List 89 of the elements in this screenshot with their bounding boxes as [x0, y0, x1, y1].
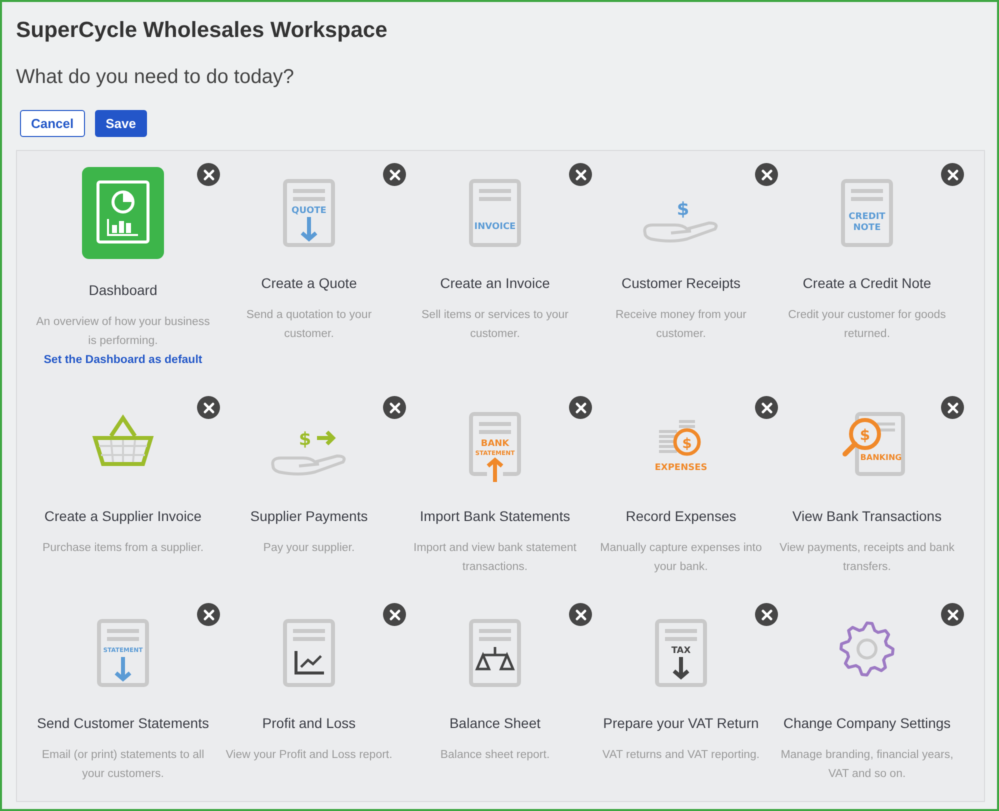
icon-label: TAX	[671, 646, 691, 656]
save-button[interactable]: Save	[94, 110, 148, 137]
close-icon	[946, 168, 958, 180]
scales-document-icon	[469, 619, 521, 687]
close-icon	[574, 608, 586, 620]
task-description: Balance sheet report.	[440, 748, 550, 763]
close-icon	[946, 608, 958, 620]
close-icon	[760, 608, 772, 620]
task-description: Sell items or services to your customer.	[420, 308, 570, 342]
task-description: Pay your supplier.	[263, 541, 355, 556]
task-title[interactable]: Create a Quote	[261, 272, 357, 294]
hand-icon	[643, 222, 718, 242]
remove-button[interactable]	[569, 396, 592, 419]
close-icon	[760, 402, 772, 414]
task-title[interactable]: Change Company Settings	[783, 712, 951, 734]
icon-label: INVOICE	[474, 222, 516, 232]
remove-button[interactable]	[197, 396, 220, 419]
document-icon	[841, 179, 893, 247]
task-description: VAT returns and VAT reporting.	[602, 748, 760, 763]
close-icon	[388, 168, 400, 180]
icon-label: QUOTE	[292, 206, 326, 216]
task-description: Manage branding, financial years, VAT and so on.	[780, 748, 954, 782]
remove-button[interactable]	[941, 163, 964, 186]
task-description: Credit your customer for goods returned.	[787, 308, 947, 342]
hand-arrow-icon	[271, 430, 346, 476]
remove-button[interactable]	[383, 396, 406, 419]
close-icon	[388, 608, 400, 620]
icon-label: BANK	[480, 439, 510, 449]
document-icon	[469, 179, 521, 247]
icon-label: $	[860, 426, 870, 444]
remove-button[interactable]	[569, 163, 592, 186]
close-icon	[946, 402, 958, 414]
cancel-button[interactable]: Cancel	[20, 110, 85, 137]
icon-label: $	[676, 199, 690, 220]
icon-label: EXPENSES	[654, 463, 708, 473]
icon-label: $	[298, 429, 312, 450]
dashboard-icon	[82, 167, 164, 259]
task-description: Email (or print) statements to all your customers.	[40, 748, 206, 782]
task-title[interactable]: Dashboard	[88, 279, 158, 301]
remove-button[interactable]	[755, 163, 778, 186]
remove-button[interactable]	[383, 163, 406, 186]
task-description: Send a quotation to your customer.	[245, 308, 373, 342]
close-icon	[202, 608, 214, 620]
task-title[interactable]: View Bank Transactions	[792, 505, 942, 527]
close-icon	[388, 402, 400, 414]
remove-button[interactable]	[755, 603, 778, 626]
task-title[interactable]: Profit and Loss	[262, 712, 356, 734]
remove-button[interactable]	[197, 603, 220, 626]
icon-label: $	[682, 436, 692, 452]
icon-label: CREDIT	[848, 212, 886, 222]
default-link[interactable]: Set the Dashboard as default	[44, 351, 202, 370]
icon-label: NOTE	[853, 223, 881, 233]
remove-button[interactable]	[941, 396, 964, 419]
remove-button[interactable]	[383, 603, 406, 626]
task-description: An overview of how your business is performing.	[35, 315, 211, 349]
workspace-title: SuperCycle Wholesales Workspace	[16, 16, 388, 44]
task-title[interactable]: Create a Credit Note	[802, 272, 932, 294]
basket-icon	[92, 414, 154, 466]
task-description: View your Profit and Loss report.	[226, 748, 392, 763]
task-title[interactable]: Prepare your VAT Return	[603, 712, 759, 734]
remove-button[interactable]	[941, 603, 964, 626]
task-title[interactable]: Customer Receipts	[621, 272, 741, 294]
icon-label: BANKING	[860, 453, 902, 462]
document-up-arrow-icon	[469, 412, 521, 482]
task-title[interactable]: Import Bank Statements	[420, 505, 570, 527]
task-description: View payments, receipts and bank transfers.	[778, 541, 956, 575]
close-icon	[202, 402, 214, 414]
close-icon	[574, 402, 586, 414]
remove-button[interactable]	[755, 396, 778, 419]
task-description: Purchase items from a supplier.	[42, 541, 204, 556]
line-chart-document-icon	[283, 619, 335, 687]
coins-icon	[659, 420, 701, 456]
magnifier-document-icon	[842, 412, 905, 476]
task-title[interactable]: Send Customer Statements	[37, 712, 209, 734]
task-description: Import and view bank statement transactions.	[412, 541, 578, 575]
task-title[interactable]: Create a Supplier Invoice	[44, 505, 202, 527]
task-title[interactable]: Supplier Payments	[250, 505, 368, 527]
page-heading: What do you need to do today?	[16, 65, 295, 90]
gear-icon	[840, 622, 894, 676]
task-description: Receive money from your customer.	[614, 308, 748, 342]
task-description: Manually capture expenses into your bank.	[599, 541, 763, 575]
task-title[interactable]: Record Expenses	[626, 505, 736, 527]
task-title[interactable]: Create an Invoice	[440, 272, 550, 294]
remove-button[interactable]	[569, 603, 592, 626]
close-icon	[760, 168, 772, 180]
close-icon	[202, 168, 214, 180]
task-title[interactable]: Balance Sheet	[449, 712, 541, 734]
remove-button[interactable]	[197, 163, 220, 186]
close-icon	[574, 168, 586, 180]
